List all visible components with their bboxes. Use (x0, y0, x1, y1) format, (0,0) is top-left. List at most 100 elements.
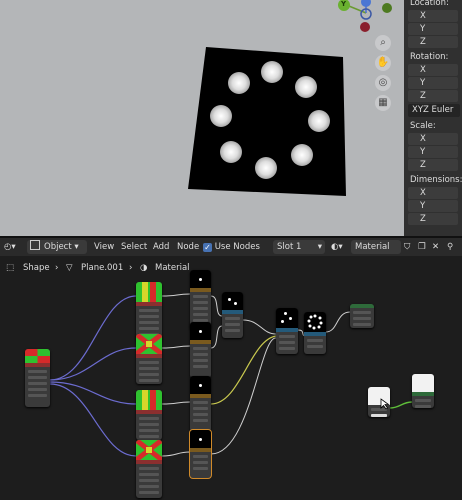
node-link (161, 345, 191, 349)
3d-viewport[interactable]: Y ⌕ ✋ ◎ ▦ (0, 0, 404, 236)
node-link (210, 335, 277, 405)
node-link (161, 451, 191, 457)
node-link (49, 383, 137, 457)
grid-view-icon[interactable]: ▦ (375, 95, 391, 111)
breadcrumb-plane[interactable]: Plane.001 (81, 263, 123, 273)
unlink-material-icon[interactable]: ✕ (432, 240, 439, 254)
editor-type-icon[interactable]: ◴▾ (4, 240, 24, 254)
plane-dot (261, 61, 283, 83)
dimensions-label: Dimensions: (410, 175, 462, 185)
node-link (210, 337, 277, 455)
location-z-field[interactable]: Z (408, 36, 458, 48)
checker-preview (136, 390, 162, 410)
material-icon: ◑ (140, 263, 148, 273)
node-link (325, 311, 351, 333)
slot-select[interactable]: Slot 1 ▾ (273, 240, 325, 254)
ring-dot (309, 315, 313, 319)
checkbox-check-icon: ✓ (203, 243, 212, 252)
image-preview-node-2[interactable] (412, 374, 434, 408)
mapping-node-2[interactable] (136, 334, 162, 384)
node-editor-canvas[interactable] (0, 256, 462, 500)
principled-bsdf-node[interactable] (350, 304, 374, 328)
breadcrumb-shape[interactable]: Shape (23, 263, 50, 273)
node-link (49, 381, 137, 405)
ring-dot (307, 319, 311, 323)
plane-dot (255, 157, 277, 179)
duplicate-material-icon[interactable]: ❐ (418, 240, 426, 254)
plane-dot (210, 105, 232, 127)
scale-z-field[interactable]: Z (408, 159, 458, 171)
ring-dot (318, 316, 322, 320)
node-link (49, 295, 137, 381)
hand-pan-icon[interactable]: ✋ (375, 55, 391, 71)
menu-add[interactable]: Add (153, 240, 169, 254)
node-link (210, 325, 223, 349)
mesh-icon: ▽ (66, 263, 73, 273)
ring-dot (317, 325, 321, 329)
dot-texture-node-4[interactable] (190, 430, 211, 478)
zoom-icon[interactable]: ⌕ (375, 35, 391, 51)
location-x-field[interactable]: X (408, 10, 458, 22)
scale-x-field[interactable]: X (408, 133, 458, 145)
ring-dot (312, 326, 316, 330)
scale-y-field[interactable]: Y (408, 146, 458, 158)
node-link (389, 401, 413, 409)
math-add-node-3[interactable] (304, 312, 326, 354)
node-link (210, 295, 223, 317)
mapping-node-4[interactable] (136, 440, 162, 498)
ring-dot (308, 324, 312, 328)
location-y-field[interactable]: Y (408, 23, 458, 35)
dimensions-y-field[interactable]: Y (408, 200, 458, 212)
object-mode-icon (30, 240, 40, 250)
plane-dot (291, 144, 313, 166)
mapping-node-1[interactable] (136, 282, 162, 342)
rotation-label: Rotation: (410, 52, 449, 62)
menu-node[interactable]: Node (177, 240, 199, 254)
plane-dot (308, 110, 330, 132)
material-name-field[interactable]: Material (351, 240, 401, 254)
plane-dot (220, 141, 242, 163)
breadcrumb-separator-icon: › (129, 263, 133, 273)
ring-dot (313, 314, 317, 318)
breadcrumb-separator-icon: › (55, 263, 59, 273)
math-add-node-2[interactable] (276, 308, 298, 354)
node-link (161, 293, 191, 297)
dot-texture-node-3[interactable] (190, 376, 211, 432)
checker-preview (136, 282, 162, 302)
shape-icon: ⬚ (6, 263, 15, 273)
checker-preview (136, 334, 162, 354)
gizmo-z-axis (361, 0, 371, 7)
dot-texture-node-1[interactable] (190, 270, 211, 330)
fake-user-shield-icon[interactable]: ⛉ (404, 240, 410, 254)
dot-ring-preview (304, 312, 326, 332)
rotation-x-field[interactable]: X (408, 64, 458, 76)
material-browse-icon[interactable]: ◐▾ (331, 240, 349, 254)
breadcrumb-material[interactable]: Material (155, 263, 190, 273)
dimensions-x-field[interactable]: X (408, 187, 458, 199)
camera-icon[interactable]: ◎ (375, 75, 391, 91)
checker-preview (136, 440, 162, 460)
gizmo-neg-x (360, 22, 370, 32)
node-link (242, 319, 277, 335)
gizmo-y-label: Y (341, 0, 347, 8)
node-link (161, 401, 191, 405)
dimensions-z-field[interactable]: Z (408, 213, 458, 225)
checker-preview (25, 349, 50, 363)
menu-view[interactable]: View (94, 240, 114, 254)
math-add-node-1[interactable] (222, 292, 243, 338)
viewport-scene (188, 0, 392, 196)
texture-coordinate-node[interactable] (25, 349, 50, 407)
use-nodes-checkbox[interactable]: ✓ Use Nodes (203, 240, 260, 254)
dot-texture-node-2[interactable] (190, 322, 211, 378)
menu-select[interactable]: Select (121, 240, 147, 254)
rotation-z-field[interactable]: Z (408, 90, 458, 102)
rotation-mode-select[interactable]: XYZ Euler (408, 104, 460, 117)
mode-select[interactable]: Object ▾ (27, 240, 87, 254)
pin-icon[interactable]: ⚲ (447, 240, 453, 254)
location-label: Location: (410, 0, 449, 8)
mouse-cursor-icon (380, 398, 390, 410)
mapping-node-3[interactable] (136, 390, 162, 440)
rotation-y-field[interactable]: Y (408, 77, 458, 89)
ring-dot (319, 321, 323, 325)
plane-dot (295, 76, 317, 98)
